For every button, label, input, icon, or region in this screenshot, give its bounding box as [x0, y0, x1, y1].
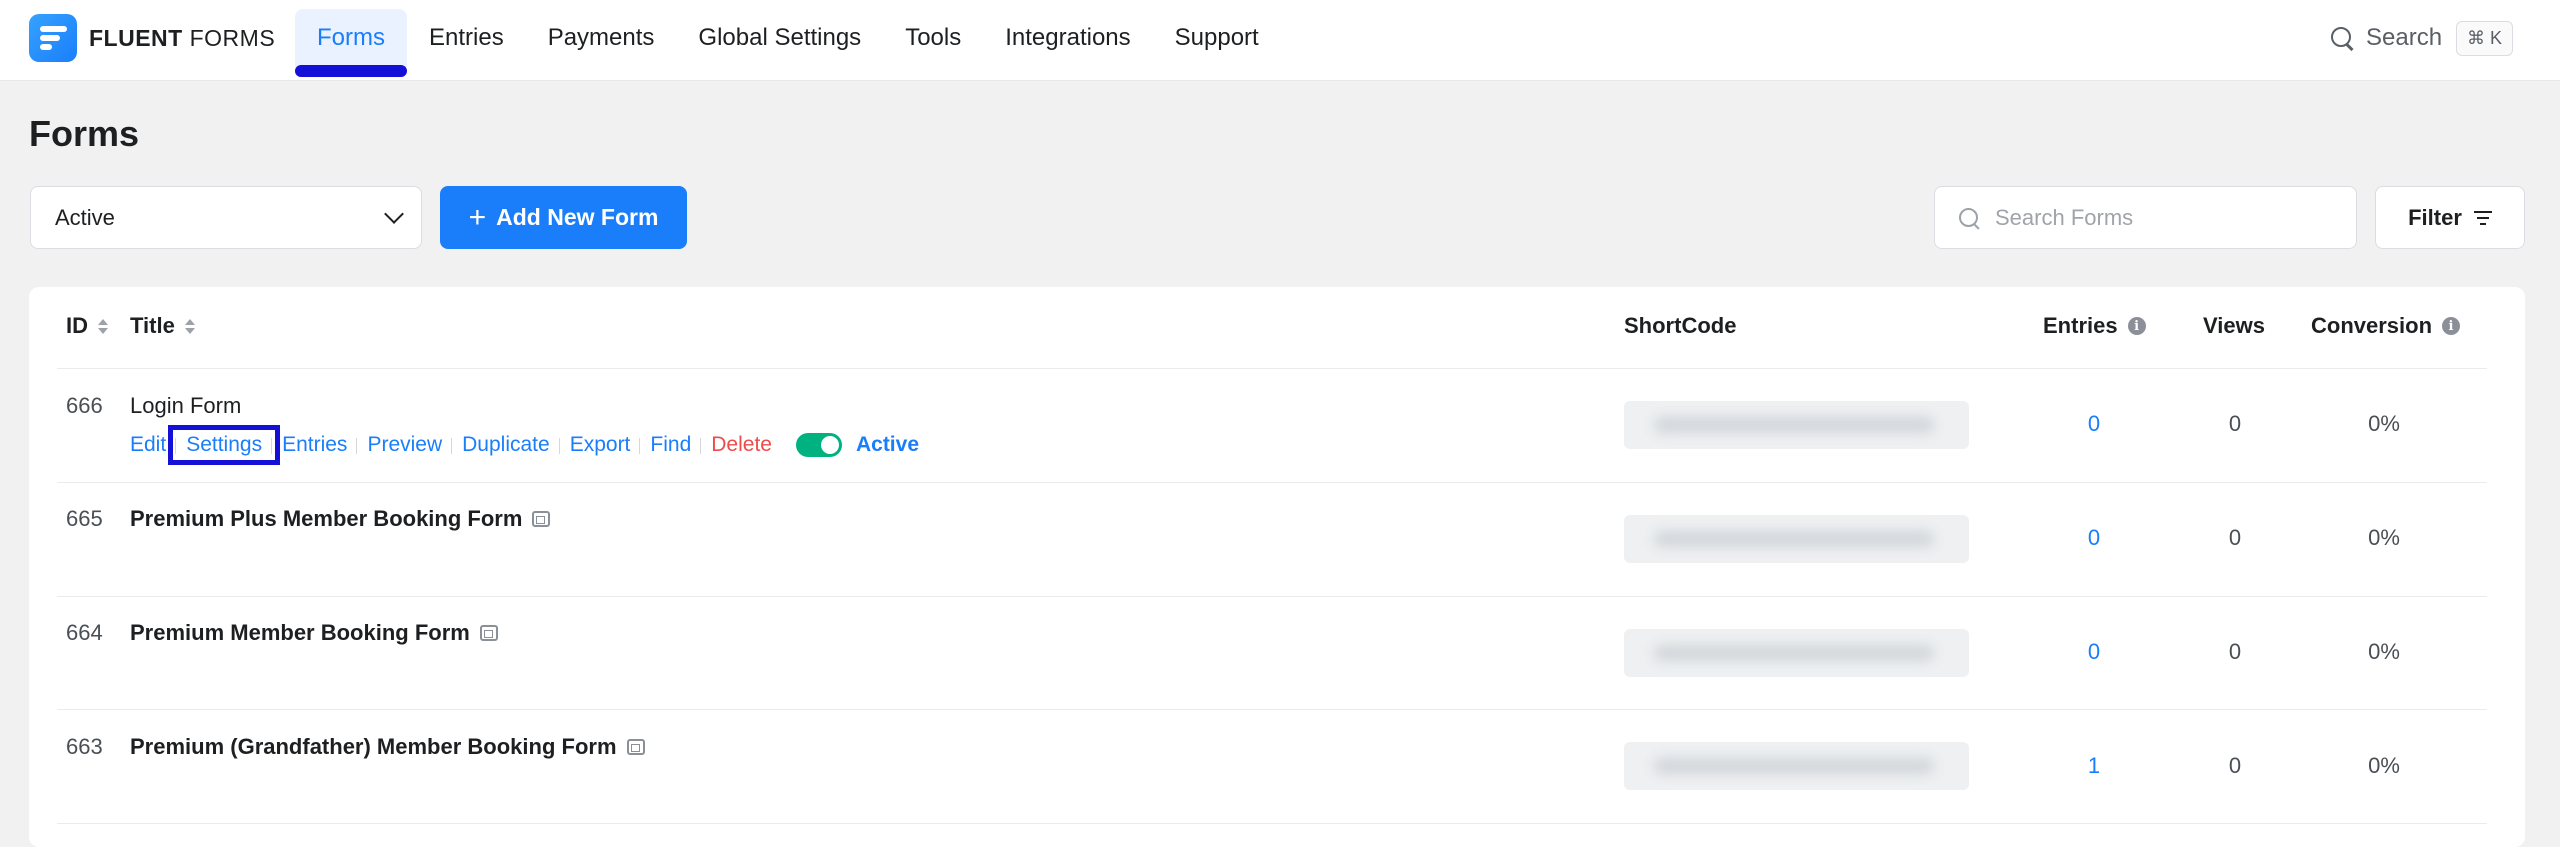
find-link[interactable]: Find: [639, 433, 701, 457]
shortcode-field[interactable]: [1624, 629, 1969, 677]
form-status-toggle[interactable]: [795, 433, 842, 457]
shortcode-field[interactable]: [1624, 742, 1969, 790]
settings-link[interactable]: Settings: [168, 425, 281, 465]
col-header-id-label: ID: [66, 313, 88, 338]
document-icon: [532, 511, 551, 527]
views-count: 0: [2228, 639, 2242, 664]
search-icon: [2330, 26, 2354, 50]
row-id: 665: [66, 506, 103, 531]
divider: [57, 368, 2487, 369]
global-search-button[interactable]: Search ⌘ K: [2330, 18, 2514, 58]
preview-link[interactable]: Preview: [356, 433, 452, 457]
col-header-conversion: Conversion i: [2311, 313, 2461, 339]
row-title[interactable]: Premium Plus Member Booking Form: [130, 506, 551, 532]
document-icon: [626, 739, 645, 755]
row-title-text: Premium Member Booking Form: [130, 620, 470, 645]
nav-support[interactable]: Support: [1153, 9, 1281, 67]
conversion-value: 0%: [2368, 753, 2400, 778]
nav-payments[interactable]: Payments: [526, 9, 677, 67]
export-link[interactable]: Export: [558, 433, 641, 457]
search-icon: [1959, 208, 1981, 230]
add-new-form-label: Add New Form: [496, 204, 659, 230]
row-title[interactable]: Premium Member Booking Form: [130, 620, 498, 646]
views-count: 0: [2228, 525, 2242, 550]
row-title[interactable]: Premium (Grandfather) Member Booking For…: [130, 734, 645, 760]
entries-count[interactable]: 0: [2054, 411, 2134, 437]
col-header-entries: Entries i: [2043, 313, 2146, 339]
col-header-views: Views: [2203, 313, 2265, 338]
col-header-title-label: Title: [130, 313, 175, 338]
top-navbar: FLUENT FORMS Forms Entries Payments Glob…: [0, 0, 2560, 81]
main-nav: Forms Entries Payments Global Settings T…: [295, 9, 1281, 77]
brand-logo[interactable]: FLUENT FORMS: [29, 14, 275, 62]
row-title[interactable]: Login Form: [130, 393, 241, 419]
document-icon: [479, 625, 498, 641]
info-icon[interactable]: i: [2127, 317, 2146, 335]
forms-table: [29, 287, 2525, 847]
form-status-label: Active: [855, 433, 919, 456]
col-header-conversion-label: Conversion: [2311, 313, 2433, 338]
row-id: 666: [66, 393, 103, 418]
entries-count[interactable]: 1: [2054, 753, 2134, 779]
nav-forms[interactable]: Forms: [295, 9, 407, 77]
sort-icon: [184, 317, 195, 335]
brand-name: FLUENT FORMS: [89, 24, 276, 51]
nav-entries[interactable]: Entries: [407, 9, 526, 67]
divider: [57, 482, 2487, 483]
views-count: 0: [2228, 411, 2242, 436]
col-header-entries-label: Entries: [2043, 313, 2118, 338]
search-forms-input[interactable]: Search Forms: [1934, 186, 2357, 249]
nav-integrations[interactable]: Integrations: [983, 9, 1152, 67]
status-select[interactable]: Active: [30, 186, 422, 249]
sort-icon: [98, 317, 108, 335]
filter-button[interactable]: Filter: [2375, 186, 2525, 249]
status-select-value: Active: [55, 204, 115, 230]
entries-link[interactable]: Entries: [271, 433, 357, 457]
row-id: 663: [66, 734, 103, 759]
fluent-forms-logo-icon: [29, 14, 77, 62]
views-count: 0: [2228, 753, 2242, 778]
row-id: 664: [66, 620, 103, 645]
search-forms-placeholder: Search Forms: [1995, 204, 2134, 230]
divider: [57, 709, 2487, 710]
delete-link[interactable]: Delete: [700, 433, 782, 457]
search-shortcut: ⌘ K: [2456, 20, 2514, 56]
entries-count[interactable]: 0: [2054, 639, 2134, 665]
nav-global-settings[interactable]: Global Settings: [676, 9, 883, 67]
duplicate-link[interactable]: Duplicate: [451, 433, 560, 457]
shortcode-field[interactable]: [1624, 401, 1969, 449]
nav-tools[interactable]: Tools: [883, 9, 983, 67]
entries-count[interactable]: 0: [2054, 525, 2134, 551]
filter-label: Filter: [2408, 204, 2462, 230]
col-header-id[interactable]: ID: [66, 313, 108, 339]
conversion-value: 0%: [2368, 525, 2400, 550]
edit-link[interactable]: Edit: [130, 433, 176, 457]
add-new-form-button[interactable]: + Add New Form: [440, 186, 687, 249]
chevron-down-icon: [384, 204, 404, 224]
conversion-value: 0%: [2368, 411, 2400, 436]
global-search-label: Search: [2366, 24, 2443, 51]
conversion-value: 0%: [2368, 639, 2400, 664]
info-icon[interactable]: i: [2442, 317, 2461, 335]
col-header-title[interactable]: Title: [130, 313, 195, 339]
row-actions: Edit Settings Entries Preview Duplicate …: [130, 425, 919, 465]
divider: [57, 596, 2487, 597]
row-title-text: Premium (Grandfather) Member Booking For…: [130, 734, 617, 759]
divider: [57, 823, 2487, 824]
shortcode-field[interactable]: [1624, 515, 1969, 563]
plus-icon: +: [468, 200, 487, 234]
page-title: Forms: [29, 113, 140, 154]
col-header-shortcode: ShortCode: [1624, 313, 1737, 338]
row-title-text: Premium Plus Member Booking Form: [130, 506, 523, 531]
filter-icon: [2473, 210, 2492, 225]
